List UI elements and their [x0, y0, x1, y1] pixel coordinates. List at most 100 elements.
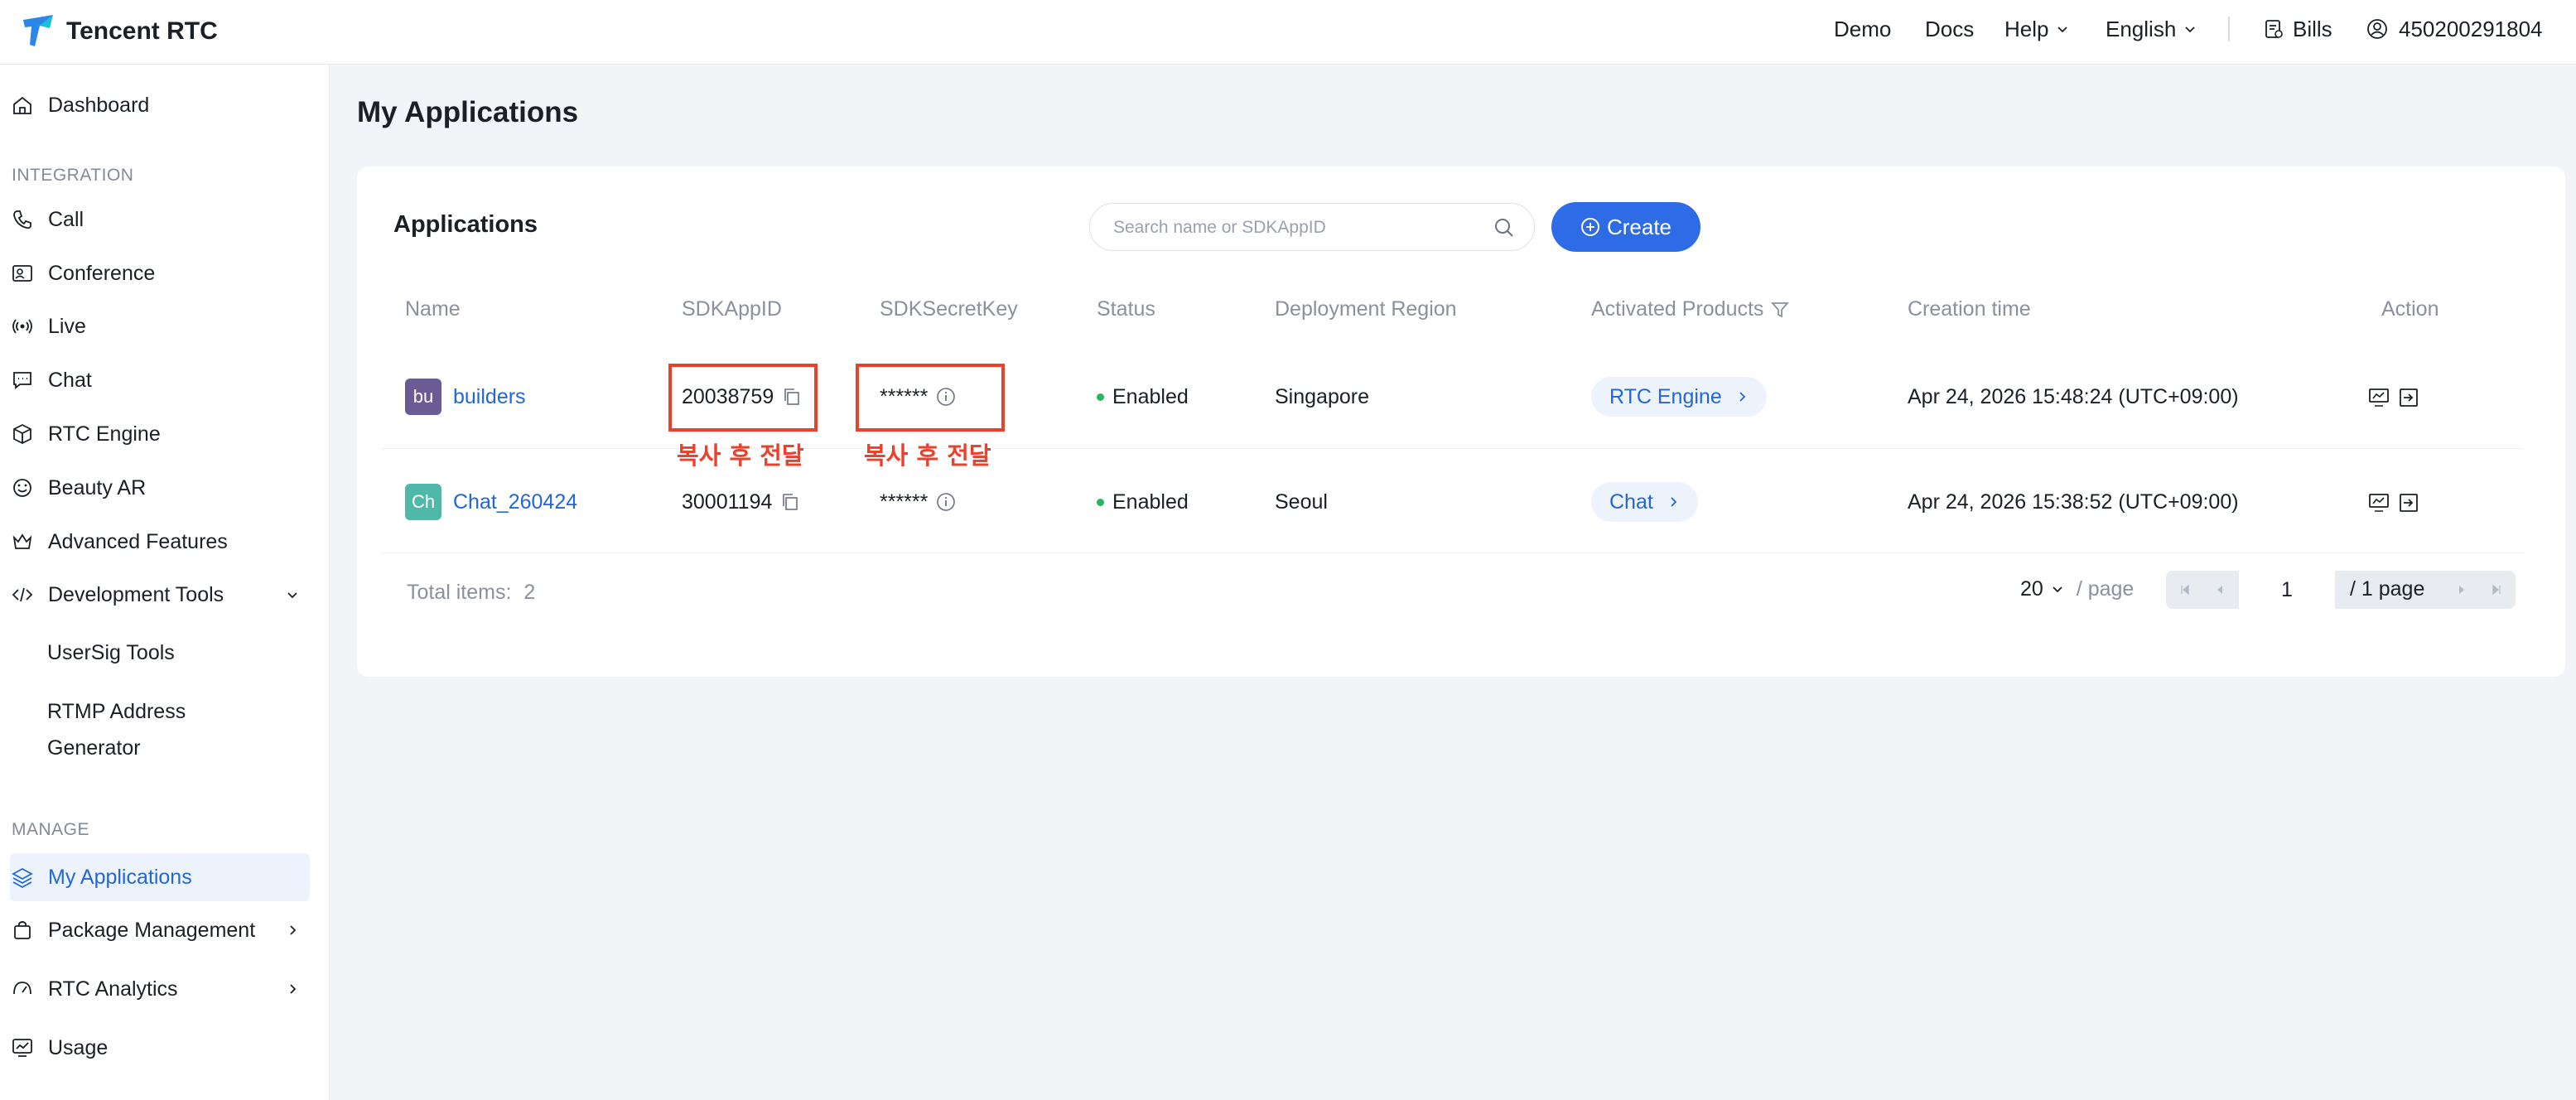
nav-docs[interactable]: Docs: [1925, 0, 1974, 58]
per-page-label: / page: [2076, 577, 2135, 601]
sidebar-item-beauty-ar[interactable]: Beauty AR: [10, 464, 310, 512]
account-id: 450200291804: [2399, 16, 2543, 41]
sidebar-item-label: Chat: [48, 368, 92, 392]
smile-icon: [13, 479, 31, 497]
last-page-icon: [2492, 584, 2501, 596]
sidebar-item-label: Dashboard: [48, 93, 150, 117]
chevron-down-icon: [287, 592, 297, 599]
filter-icon[interactable]: [1770, 300, 1790, 320]
column-header-sdkappid: SDKAppID: [682, 297, 782, 321]
gauge-icon: [13, 982, 31, 995]
sidebar-item-advanced-features[interactable]: Advanced Features: [10, 518, 310, 566]
sidebar-item-dashboard[interactable]: Dashboard: [10, 81, 310, 129]
column-header-creation-time: Creation time: [1908, 297, 2031, 321]
app-name-link[interactable]: builders: [453, 385, 526, 409]
chevron-right-icon: [290, 925, 297, 935]
nav-divider: [2228, 17, 2230, 41]
annotation-label: 복사 후 전달: [864, 441, 991, 470]
broadcast-icon: [12, 319, 32, 334]
sidebar-item-chat[interactable]: Chat: [10, 356, 310, 404]
sidebar-item-package-management[interactable]: Package Management: [10, 906, 310, 954]
first-page-button[interactable]: [2168, 571, 2202, 609]
monitor-icon[interactable]: [2368, 387, 2390, 408]
column-header-name: Name: [405, 297, 461, 321]
phone-icon: [13, 210, 31, 229]
page-size-select[interactable]: 20 / page: [2020, 572, 2134, 605]
search-icon[interactable]: [1493, 216, 1516, 239]
table-row-name: Ch Chat_260424: [405, 484, 577, 520]
sidebar-item-label: Development Tools: [48, 582, 224, 606]
layers-icon: [12, 867, 33, 888]
column-header-label: Activated Products: [1591, 297, 1764, 321]
product-chip[interactable]: RTC Engine: [1591, 377, 1767, 417]
sidebar-item-rtc-engine[interactable]: RTC Engine: [10, 410, 310, 458]
sidebar-item-live[interactable]: Live: [10, 302, 310, 350]
product-chip-label: Chat: [1609, 490, 1653, 514]
copy-icon[interactable]: [780, 492, 800, 512]
nav-bills[interactable]: Bills: [2263, 0, 2332, 58]
status-dot: [1097, 498, 1104, 506]
tencent-logo-icon: [23, 15, 53, 46]
region-cell: Seoul: [1275, 490, 1328, 514]
monitor-icon[interactable]: [2368, 492, 2390, 514]
user-icon: [2367, 19, 2387, 39]
prev-page-button[interactable]: [2202, 571, 2237, 609]
enter-app-icon[interactable]: [2398, 387, 2419, 408]
product-chip-label: RTC Engine: [1609, 384, 1722, 408]
app-name-link[interactable]: Chat_260424: [453, 490, 577, 514]
bag-icon: [14, 921, 31, 939]
status-cell: Enabled: [1097, 380, 1189, 413]
applications-card: Applications Create Name SDKAppID SDKSec…: [357, 166, 2565, 677]
table-row-name: bu builders: [405, 379, 526, 415]
sidebar-item-label: Call: [48, 207, 84, 231]
product-chip[interactable]: Chat: [1591, 482, 1698, 522]
crown-icon: [12, 533, 32, 549]
page-size-value: 20: [2020, 577, 2043, 601]
nav-help[interactable]: Help: [2004, 0, 2070, 58]
sidebar-item-conference[interactable]: Conference: [10, 249, 310, 297]
column-header-action: Action: [2381, 297, 2439, 321]
sidebar-item-label: Usage: [48, 1035, 109, 1059]
sidebar-item-development-tools[interactable]: Development Tools: [10, 571, 310, 619]
pagination-control: / 1 page: [2166, 571, 2516, 609]
brand-logo[interactable]: Tencent RTC: [20, 8, 218, 55]
nav-demo[interactable]: Demo: [1834, 0, 1891, 58]
sidebar-item-label: Package Management: [48, 918, 256, 942]
sidebar-subitem-usersig-tools[interactable]: UserSig Tools: [47, 634, 175, 671]
monitor-chart-icon: [12, 1039, 32, 1057]
code-icon: [12, 587, 33, 602]
create-button[interactable]: Create: [1551, 202, 1700, 252]
secretkey-cell: ******: [880, 485, 956, 519]
top-bar: Tencent RTC Demo Docs Help English Bills…: [0, 0, 2576, 65]
card-title: Applications: [393, 211, 538, 238]
annotation-box-sdkappid: [668, 364, 818, 432]
page-number-input[interactable]: [2239, 571, 2335, 609]
enter-app-icon[interactable]: [2398, 492, 2419, 514]
sidebar-item-usage[interactable]: Usage: [10, 1024, 310, 1072]
nav-account[interactable]: 450200291804: [2366, 0, 2543, 58]
nav-bills-label: Bills: [2293, 16, 2332, 41]
section-integration: INTEGRATION: [12, 166, 134, 185]
last-page-button[interactable]: [2479, 571, 2514, 609]
chevron-down-icon: [2053, 586, 2062, 593]
info-icon[interactable]: [936, 492, 956, 512]
annotation-box-secretkey: [856, 364, 1005, 432]
sidebar-item-label: Beauty AR: [48, 475, 147, 499]
sidebar-item-label: Conference: [48, 261, 156, 285]
prev-page-icon: [2217, 586, 2222, 594]
status-badge: Enabled: [1112, 490, 1189, 514]
next-page-button[interactable]: [2444, 571, 2479, 609]
chevron-right-icon: [1739, 392, 1745, 402]
sidebar-item-rtc-analytics[interactable]: RTC Analytics: [10, 965, 310, 1013]
sidebar-item-label: RTC Engine: [48, 422, 161, 446]
secretkey-value: ******: [880, 490, 929, 514]
creation-time-cell: Apr 24, 2026 15:38:52 (UTC+09:00): [1908, 490, 2239, 514]
sidebar-item-call[interactable]: Call: [10, 195, 310, 244]
sidebar-subitem-rtmp-address[interactable]: RTMP Address Generator: [47, 693, 186, 766]
search-input[interactable]: [1113, 212, 1478, 244]
status-dot: [1097, 393, 1104, 401]
cube-icon: [13, 423, 31, 445]
sdkappid-value: 30001194: [682, 490, 773, 514]
nav-language[interactable]: English: [2106, 0, 2197, 58]
sidebar-item-my-applications[interactable]: My Applications: [10, 853, 310, 901]
